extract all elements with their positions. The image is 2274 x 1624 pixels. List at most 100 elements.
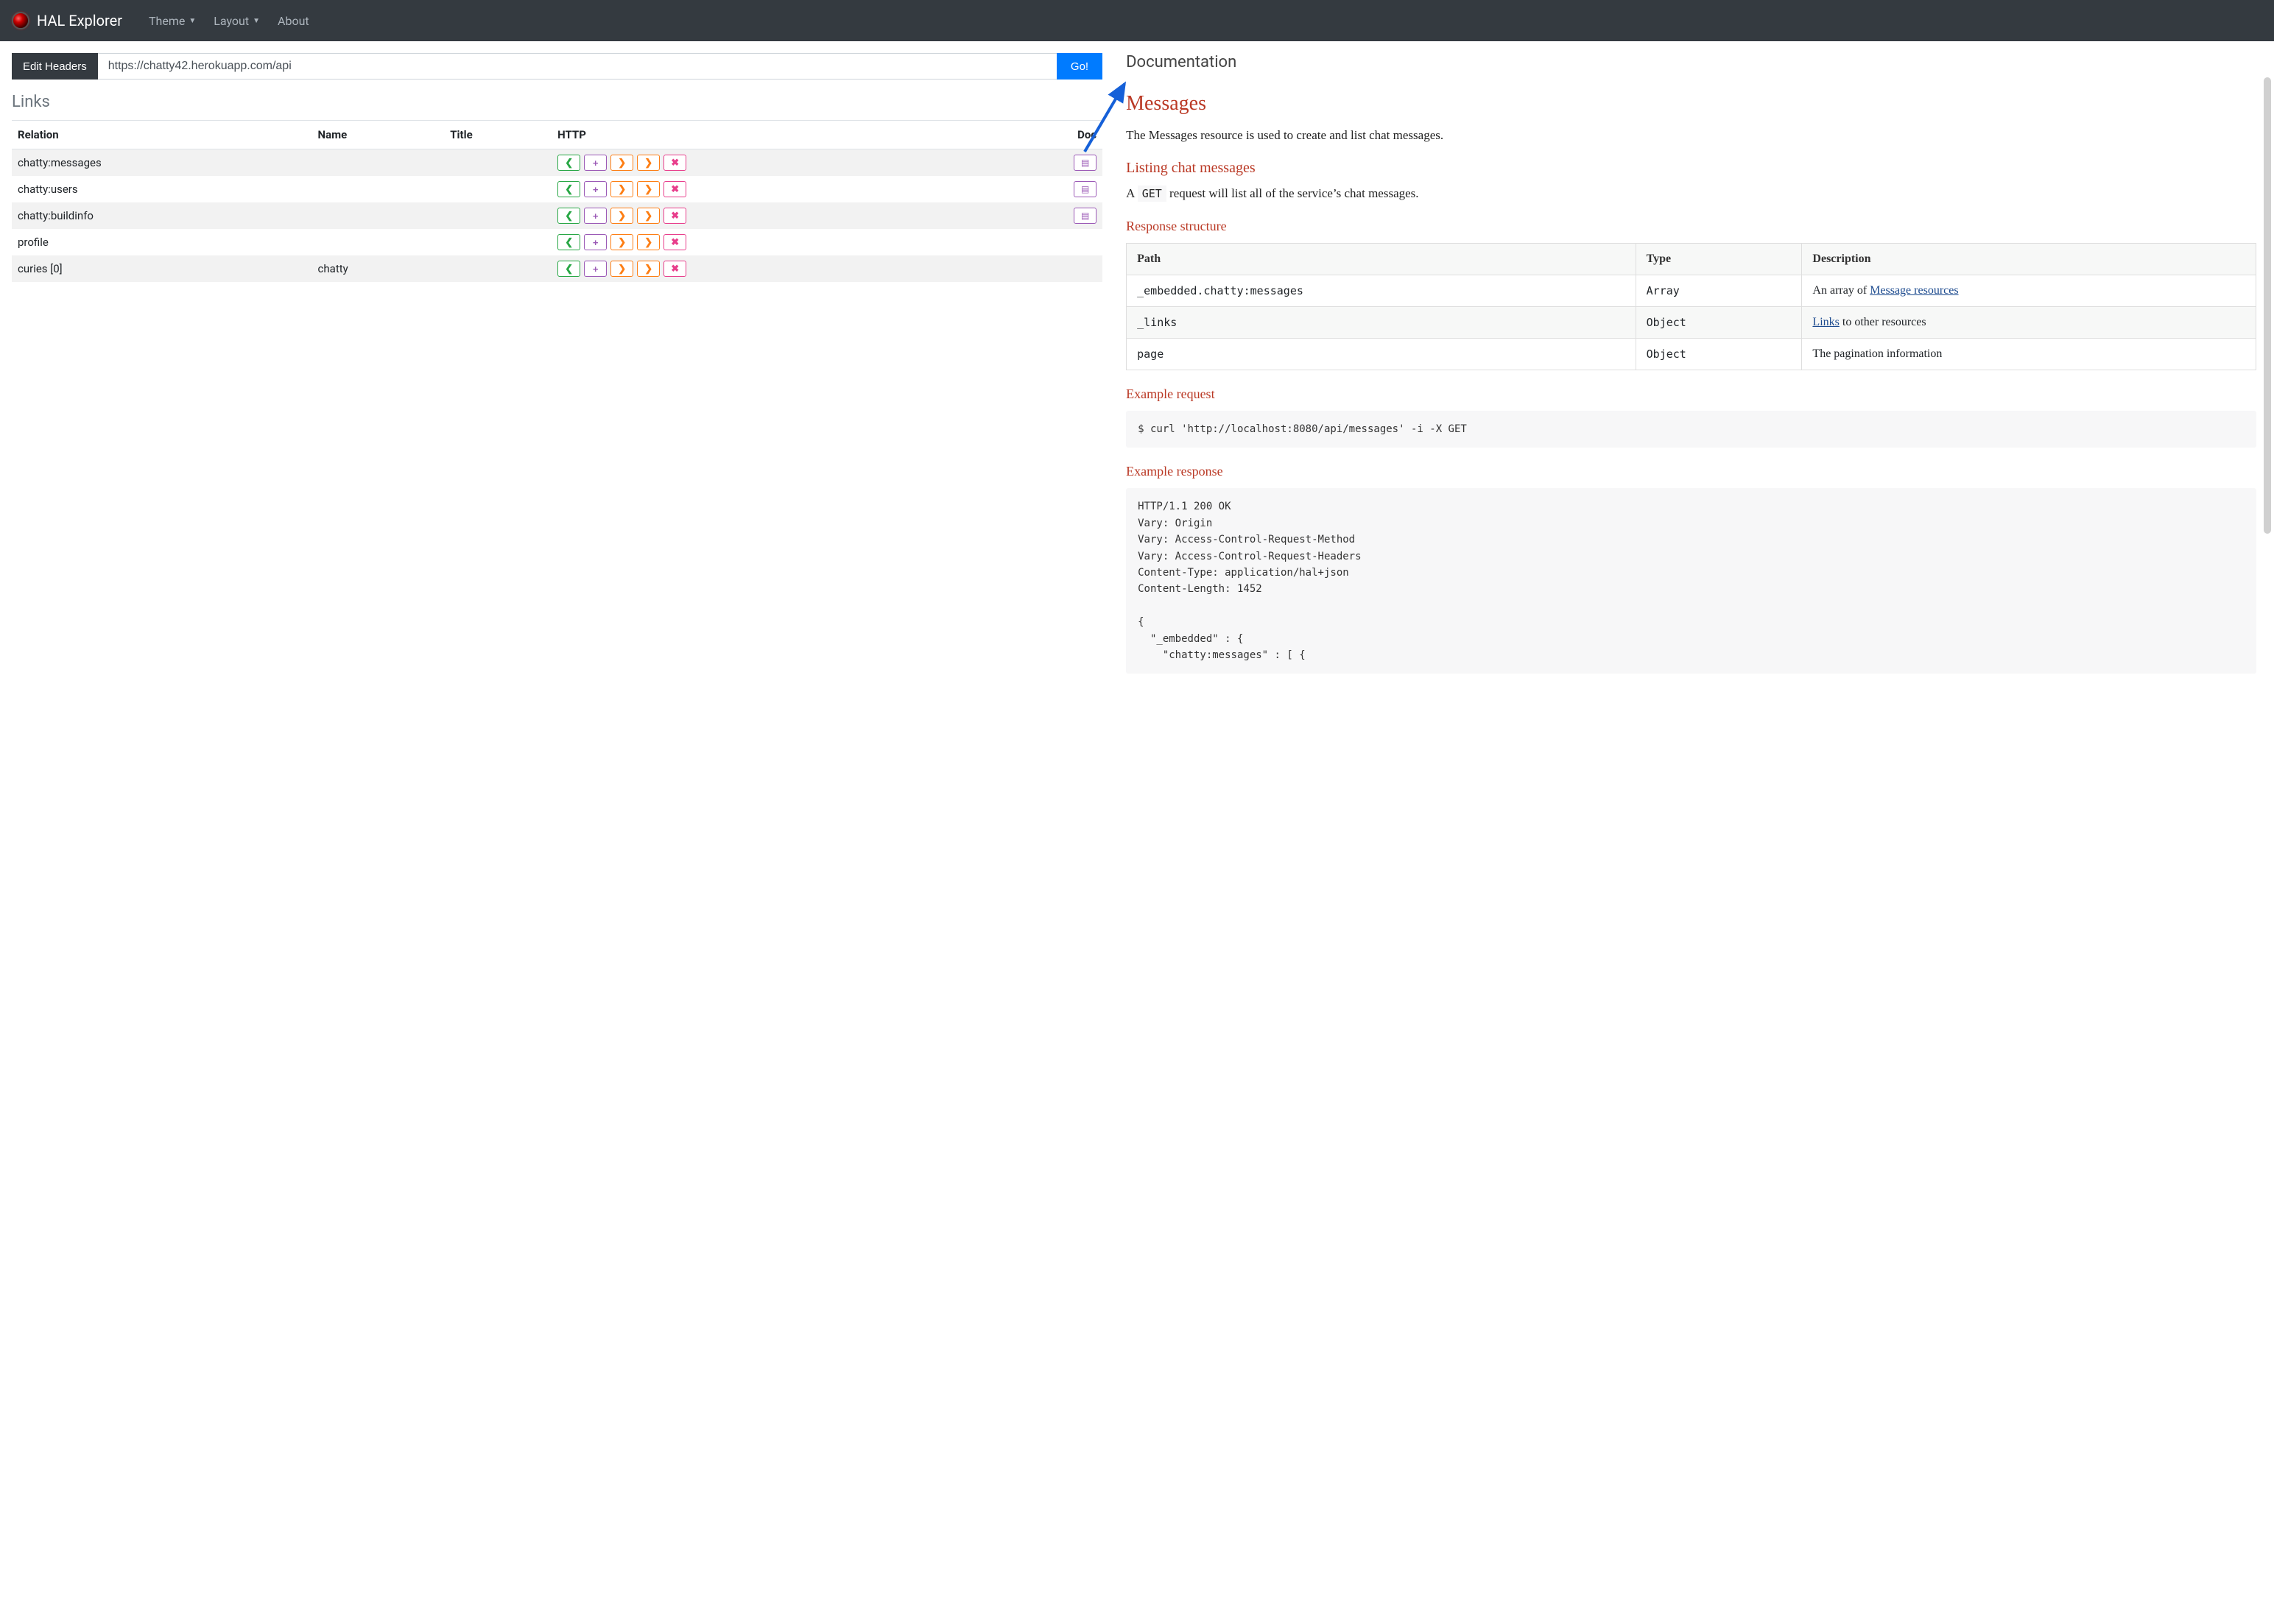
doc-h3-example-response: Example response <box>1126 464 2256 479</box>
nav-layout[interactable]: Layout ▼ <box>205 8 269 34</box>
doc-cell: ▤ <box>993 202 1102 229</box>
relation-cell: chatty:messages <box>12 149 312 177</box>
name-cell <box>312 229 445 255</box>
doc-intro: The Messages resource is used to create … <box>1126 126 2256 145</box>
desc-cell: The pagination information <box>1802 339 2256 370</box>
inline-code-get: GET <box>1138 186 1166 202</box>
http-put-button[interactable]: ❯ <box>610 208 633 224</box>
doc-col-path: Path <box>1127 244 1636 275</box>
doc-h2-listing: Listing chat messages <box>1126 160 2256 177</box>
type-cell: Object <box>1636 307 1802 339</box>
doc-cell: ▤ <box>993 149 1102 177</box>
scrollbar[interactable] <box>2264 77 2271 534</box>
nav-layout-label: Layout <box>214 14 249 28</box>
book-icon: ▤ <box>1081 184 1089 194</box>
edit-headers-button[interactable]: Edit Headers <box>12 53 98 80</box>
http-post-button[interactable]: + <box>584 181 607 197</box>
links-table: Relation Name Title HTTP Doc chatty:mess… <box>12 120 1102 282</box>
http-cell: ❮+❯❯✖ <box>552 176 993 202</box>
http-delete-button[interactable]: ✖ <box>663 261 686 277</box>
http-delete-button[interactable]: ✖ <box>663 208 686 224</box>
nav-about[interactable]: About <box>269 8 318 34</box>
title-cell <box>444 176 552 202</box>
nav-theme-label: Theme <box>149 14 185 28</box>
navbar: HAL Explorer Theme ▼ Layout ▼ About <box>0 0 2274 41</box>
title-cell <box>444 229 552 255</box>
doc-button[interactable]: ▤ <box>1074 155 1096 171</box>
example-response-code: HTTP/1.1 200 OK Vary: Origin Vary: Acces… <box>1126 488 2256 674</box>
title-cell <box>444 149 552 177</box>
http-get-button[interactable]: ❮ <box>557 261 580 277</box>
http-patch-button[interactable]: ❯ <box>637 155 660 171</box>
name-cell <box>312 202 445 229</box>
desc-cell: An array of Message resources <box>1802 275 2256 307</box>
doc-col-desc: Description <box>1802 244 2256 275</box>
table-row: pageObjectThe pagination information <box>1127 339 2256 370</box>
url-input[interactable] <box>98 53 1057 80</box>
http-delete-button[interactable]: ✖ <box>663 155 686 171</box>
table-row: _embedded.chatty:messagesArrayAn array o… <box>1127 275 2256 307</box>
relation-cell: chatty:buildinfo <box>12 202 312 229</box>
table-row: chatty:users❮+❯❯✖▤ <box>12 176 1102 202</box>
http-get-button[interactable]: ❮ <box>557 234 580 250</box>
doc-cell <box>993 229 1102 255</box>
table-row: _linksObjectLinks to other resources <box>1127 307 2256 339</box>
brand[interactable]: HAL Explorer <box>12 12 122 29</box>
chevron-down-icon: ▼ <box>189 17 196 25</box>
table-row: chatty:messages❮+❯❯✖▤ <box>12 149 1102 177</box>
col-relation: Relation <box>12 121 312 149</box>
http-put-button[interactable]: ❯ <box>610 234 633 250</box>
go-button[interactable]: Go! <box>1057 53 1102 80</box>
book-icon: ▤ <box>1081 211 1089 221</box>
doc-link[interactable]: Message resources <box>1870 284 1958 297</box>
http-put-button[interactable]: ❯ <box>610 181 633 197</box>
http-get-button[interactable]: ❮ <box>557 208 580 224</box>
links-title: Links <box>12 93 1102 111</box>
doc-listing-text: A GET request will list all of the servi… <box>1126 184 2256 203</box>
http-patch-button[interactable]: ❯ <box>637 208 660 224</box>
http-cell: ❮+❯❯✖ <box>552 255 993 282</box>
doc-link[interactable]: Links <box>1812 316 1839 328</box>
http-delete-button[interactable]: ✖ <box>663 234 686 250</box>
col-title: Title <box>444 121 552 149</box>
relation-cell: profile <box>12 229 312 255</box>
http-cell: ❮+❯❯✖ <box>552 149 993 177</box>
doc-cell <box>993 255 1102 282</box>
doc-button[interactable]: ▤ <box>1074 208 1096 224</box>
http-post-button[interactable]: + <box>584 208 607 224</box>
table-row: chatty:buildinfo❮+❯❯✖▤ <box>12 202 1102 229</box>
http-put-button[interactable]: ❯ <box>610 155 633 171</box>
http-patch-button[interactable]: ❯ <box>637 234 660 250</box>
http-get-button[interactable]: ❮ <box>557 155 580 171</box>
http-post-button[interactable]: + <box>584 261 607 277</box>
url-bar: Edit Headers Go! <box>12 53 1102 80</box>
http-put-button[interactable]: ❯ <box>610 261 633 277</box>
http-patch-button[interactable]: ❯ <box>637 181 660 197</box>
nav-theme[interactable]: Theme ▼ <box>140 8 205 34</box>
doc-h3-response-structure: Response structure <box>1126 219 2256 234</box>
nav-about-label: About <box>278 14 309 28</box>
col-doc: Doc <box>993 121 1102 149</box>
chevron-down-icon: ▼ <box>253 17 260 25</box>
type-cell: Object <box>1636 339 1802 370</box>
table-row: profile❮+❯❯✖ <box>12 229 1102 255</box>
name-cell <box>312 176 445 202</box>
path-cell: _embedded.chatty:messages <box>1127 275 1636 307</box>
type-cell: Array <box>1636 275 1802 307</box>
http-delete-button[interactable]: ✖ <box>663 181 686 197</box>
example-request-code: $ curl 'http://localhost:8080/api/messag… <box>1126 411 2256 448</box>
title-cell <box>444 255 552 282</box>
hal-eye-icon <box>12 12 29 29</box>
doc-button[interactable]: ▤ <box>1074 181 1096 197</box>
http-patch-button[interactable]: ❯ <box>637 261 660 277</box>
http-post-button[interactable]: + <box>584 155 607 171</box>
http-get-button[interactable]: ❮ <box>557 181 580 197</box>
doc-col-type: Type <box>1636 244 1802 275</box>
col-http: HTTP <box>552 121 993 149</box>
relation-cell: curies [0] <box>12 255 312 282</box>
name-cell: chatty <box>312 255 445 282</box>
http-post-button[interactable]: + <box>584 234 607 250</box>
path-cell: _links <box>1127 307 1636 339</box>
col-name: Name <box>312 121 445 149</box>
desc-cell: Links to other resources <box>1802 307 2256 339</box>
